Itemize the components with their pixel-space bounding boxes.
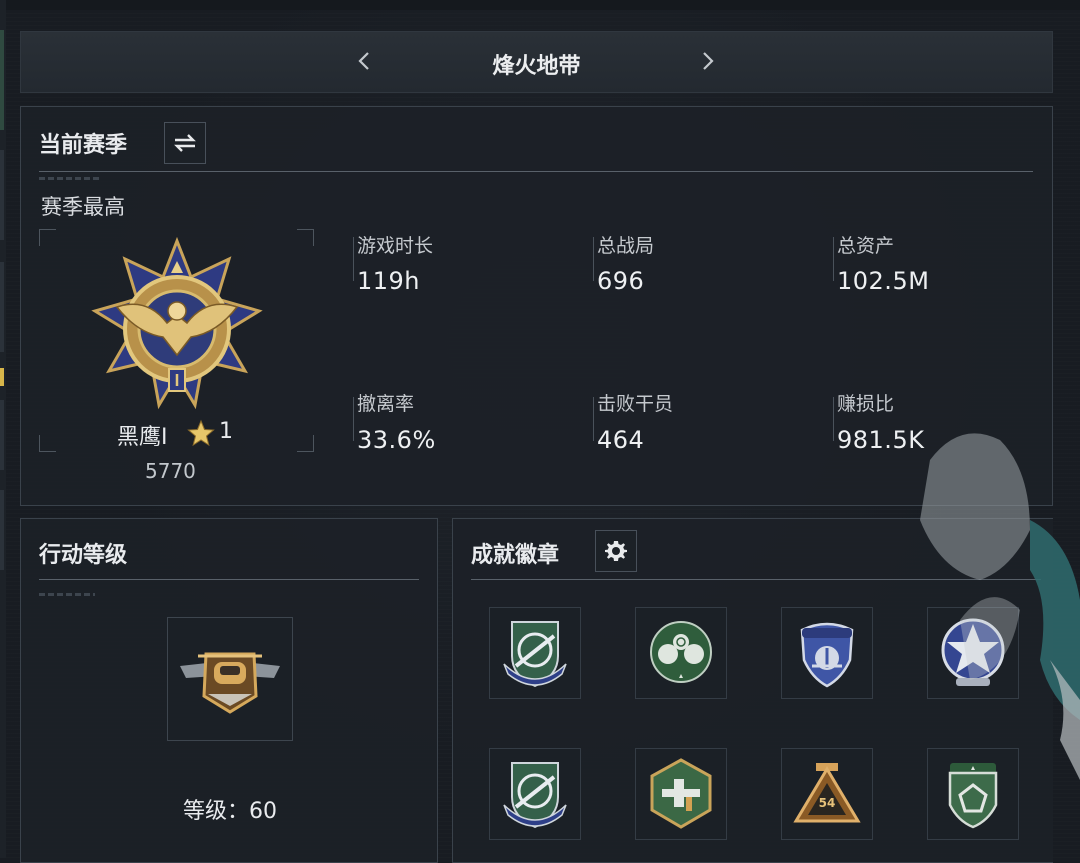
stat-label-operators-defeated: 击败干员 [597,393,674,415]
stat-label-profit-ratio: 赚损比 [837,393,895,415]
stat-value-playtime: 119h [357,267,421,295]
swap-icon [174,134,196,152]
season-switch-button[interactable] [164,122,206,164]
stat-divider [833,397,834,441]
frame-corner [297,435,314,452]
season-divider [39,171,1033,172]
stat-divider [353,397,354,441]
star-icon [187,419,215,447]
top-strip [0,0,1080,10]
stat-divider [353,237,354,281]
achievement-badge[interactable] [635,748,727,840]
crosshair-rifle-badge-icon [503,621,567,688]
achievement-badge[interactable]: 54 [781,748,873,840]
operator-character-art [920,433,1080,780]
crosshair-rifle-badge-2-icon [503,762,567,829]
season-title: 当前赛季 [39,133,128,158]
rail-active-indicator [0,368,4,386]
stat-divider [593,237,594,281]
achievement-badge[interactable] [489,748,581,840]
achievement-badge[interactable] [781,607,873,699]
action-level-title: 行动等级 [39,543,128,568]
achievements-title: 成就徽章 [471,543,560,568]
stat-label-playtime: 游戏时长 [357,235,434,257]
action-level-readout: 等级：60 [21,793,439,825]
stat-divider [593,397,594,441]
mode-title: 烽火地带 [492,54,581,79]
stat-value-total-matches: 696 [597,267,645,295]
stat-label-total-assets: 总资产 [837,235,895,257]
rail-segment [0,490,4,570]
level-label: 等级： [182,799,249,824]
rank-score: 5770 [145,459,196,483]
level-value: 60 [249,799,277,824]
next-mode-button[interactable] [699,46,717,83]
chevron-right-icon [703,52,714,70]
achievements-settings-button[interactable] [595,530,637,572]
rank-name: 黑鹰I [117,425,168,450]
helicopter-level-emblem-icon [180,652,280,714]
action-level-divider-detail [39,593,95,596]
rail-segment [0,150,4,240]
action-level-panel: 行动等级 等级：60 [20,518,438,863]
rank-star-count: 1 [219,419,233,444]
stat-value-extraction-rate: 33.6% [357,426,436,454]
stat-label-total-matches: 总战局 [597,235,655,257]
season-divider-detail [39,177,99,180]
achievement-badge[interactable] [635,607,727,699]
gear-icon [605,541,627,561]
black-hawk-rank-emblem-icon [91,237,263,410]
frame-corner [297,229,314,246]
rail-segment [0,30,4,130]
mode-selector-header: 烽火地带 [20,31,1053,93]
green-skull-badge-icon [650,621,712,683]
triangle-54-badge-icon: 54 [793,763,861,823]
season-highest-label: 赛季最高 [41,195,125,219]
stat-value-operators-defeated: 464 [597,426,645,454]
achievement-badge[interactable] [489,607,581,699]
season-panel: 当前赛季 赛季最高 黑鹰I 1 5770 游戏时长 119h 总战局 696 总… [20,106,1053,506]
frame-corner [39,229,56,246]
stat-value-total-assets: 102.5M [837,267,930,295]
left-side-rail [0,0,6,858]
stat-label-extraction-rate: 撤离率 [357,393,415,415]
frame-corner [39,435,56,452]
badge-54-label: 54 [819,796,836,810]
rail-segment [0,400,4,470]
action-level-emblem-box[interactable] [167,617,293,741]
action-level-divider [39,579,419,580]
blue-shield-badge-icon [800,622,854,688]
rail-segment [0,262,4,352]
hex-gun-badge-icon [650,758,712,829]
stat-divider [833,237,834,281]
